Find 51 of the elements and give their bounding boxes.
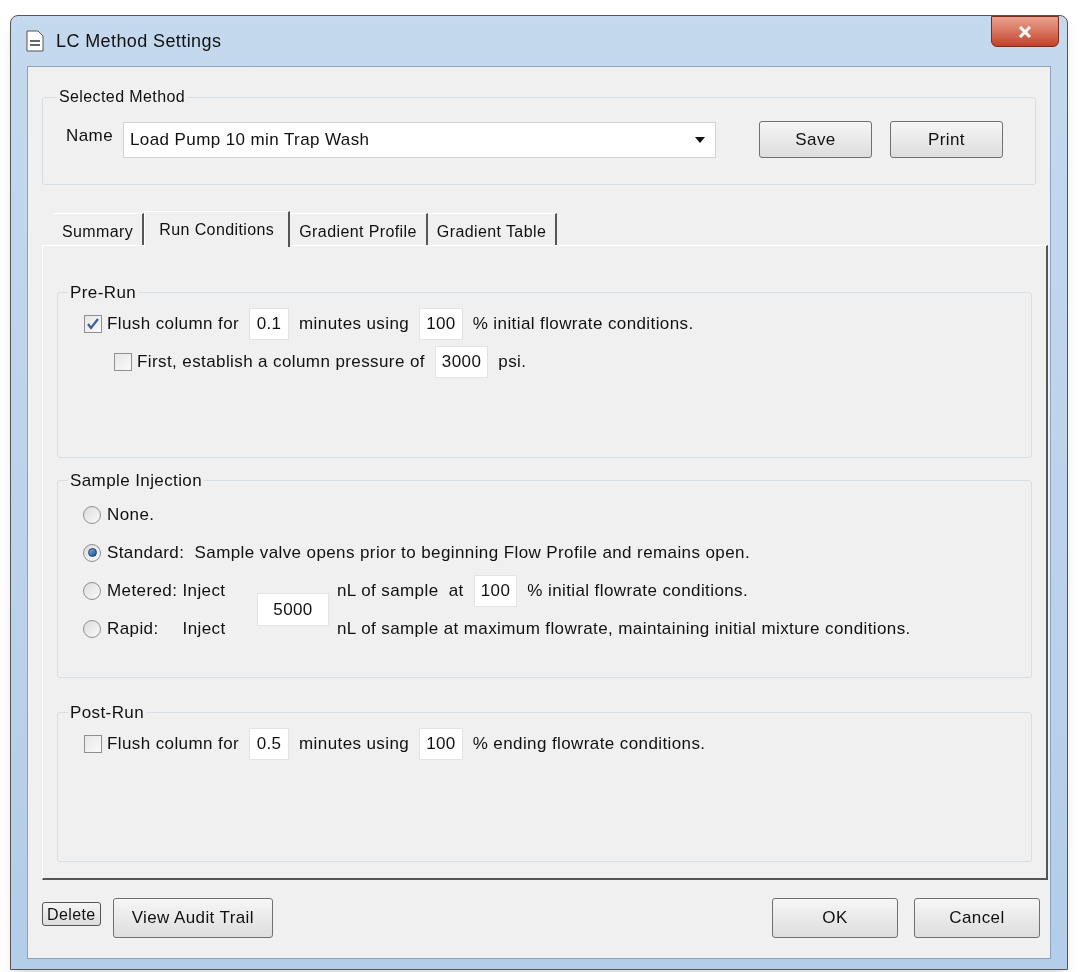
option-text: nL of sample at maximum flowrate, maintaining initial mixture conditions. bbox=[337, 617, 911, 640]
save-button[interactable]: Save bbox=[759, 121, 872, 158]
input-field[interactable]: 0.5 bbox=[249, 727, 290, 760]
input-field[interactable]: 100 bbox=[419, 727, 463, 760]
radio-label: Rapid: bbox=[107, 617, 159, 640]
radio-button[interactable] bbox=[83, 505, 101, 524]
window-title: LC Method Settings bbox=[56, 29, 222, 53]
dropdown-arrow-icon bbox=[695, 136, 705, 143]
checkbox-label: First, establish a column pressure of bbox=[137, 350, 425, 373]
option-text: % ending flowrate conditions. bbox=[472, 732, 706, 755]
option-text: minutes using bbox=[299, 732, 410, 755]
group-label: Pre-Run bbox=[69, 282, 138, 304]
group-label: Sample Injection bbox=[69, 470, 204, 492]
group-label: Post-Run bbox=[69, 702, 146, 724]
option-text: nL of sample at bbox=[337, 579, 464, 602]
input-field[interactable]: 0.1 bbox=[249, 307, 290, 340]
option-text: % initial flowrate conditions. bbox=[472, 312, 694, 335]
checkbox[interactable] bbox=[84, 314, 102, 333]
radio-label: Metered: Inject bbox=[107, 579, 226, 602]
ok-button[interactable]: OK bbox=[772, 898, 898, 938]
print-button[interactable]: Print bbox=[890, 121, 1003, 158]
tab[interactable]: Run Conditions bbox=[144, 211, 291, 247]
close-icon bbox=[1018, 25, 1032, 38]
input-field[interactable]: 3000 bbox=[434, 345, 489, 378]
checkbox-label: Flush column for bbox=[107, 312, 240, 335]
cancel-button[interactable]: Cancel bbox=[914, 898, 1040, 938]
tab[interactable]: Summary bbox=[53, 213, 145, 245]
option-text: minutes using bbox=[299, 312, 410, 335]
option-text: psi. bbox=[498, 350, 527, 373]
checkbox[interactable] bbox=[84, 734, 102, 753]
input-field[interactable]: 100 bbox=[419, 307, 463, 340]
input-field[interactable]: 100 bbox=[473, 574, 518, 607]
option-text: Inject bbox=[182, 617, 226, 640]
radio-button[interactable] bbox=[83, 619, 101, 638]
tab[interactable]: Gradient Table bbox=[427, 213, 558, 245]
tab[interactable]: Gradient Profile bbox=[290, 213, 428, 245]
radio-label: Standard: Sample valve opens prior to beginning Flow Profile and remains open. bbox=[107, 541, 750, 564]
radio-button[interactable] bbox=[83, 543, 101, 562]
input-field[interactable]: 5000 bbox=[257, 593, 329, 626]
checkbox-label: Flush column for bbox=[107, 732, 240, 755]
checkbox[interactable] bbox=[114, 352, 132, 371]
radio-label: None. bbox=[107, 503, 155, 526]
method-dropdown[interactable]: Load Pump 10 min Trap Wash bbox=[123, 121, 716, 158]
group-label: Selected Method bbox=[58, 87, 187, 107]
radio-button[interactable] bbox=[83, 581, 101, 600]
field-label: Name bbox=[65, 124, 114, 147]
close-button[interactable] bbox=[991, 16, 1059, 47]
delete-button[interactable]: Delete bbox=[42, 902, 101, 926]
option-text: % initial flowrate conditions. bbox=[527, 579, 749, 602]
audit-trail-button[interactable]: View Audit Trail bbox=[112, 898, 273, 938]
document-icon bbox=[26, 30, 44, 52]
